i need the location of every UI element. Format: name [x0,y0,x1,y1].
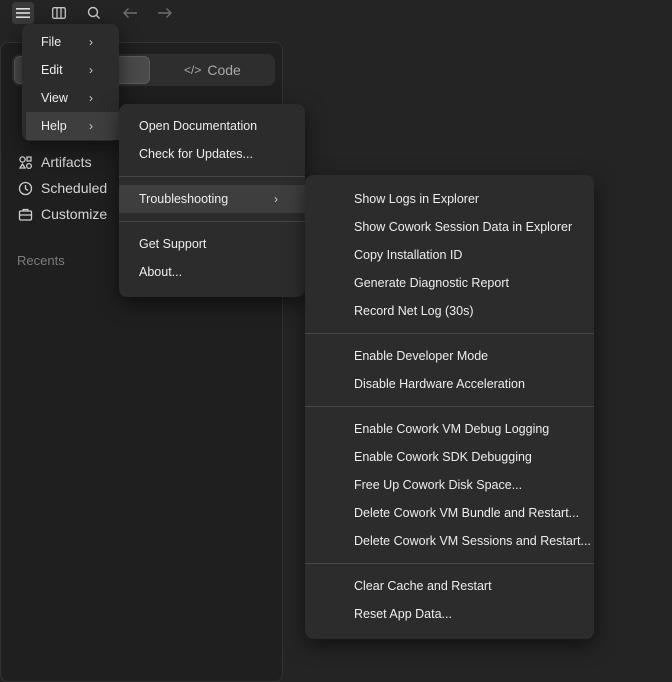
menu-item-label: Generate Diagnostic Report [354,276,509,290]
chevron-right-icon: › [89,35,93,49]
menu-item-enable-developer-mode[interactable]: Enable Developer Mode [305,342,594,370]
menu-item-label: Enable Cowork SDK Debugging [354,450,532,464]
menu-item-check-for-updates[interactable]: Check for Updates... [119,140,305,168]
menu-item-label: Clear Cache and Restart [354,579,492,593]
chevron-right-icon: › [274,192,278,206]
menu-item-label: View [41,91,68,105]
menu-item-help[interactable]: Help › [26,112,119,140]
menu-item-enable-sdk-debugging[interactable]: Enable Cowork SDK Debugging [305,443,594,471]
menu-item-enable-vm-debug-logging[interactable]: Enable Cowork VM Debug Logging [305,415,594,443]
menu-item-label: Copy Installation ID [354,248,463,262]
main-menu: File › Edit › View › Help › [22,24,119,141]
menu-item-disable-hardware-acceleration[interactable]: Disable Hardware Acceleration [305,370,594,398]
menu-item-copy-installation-id[interactable]: Copy Installation ID [305,241,594,269]
back-arrow-icon[interactable] [119,2,141,24]
sidebar-item-label: Customize [41,206,108,222]
menu-item-label: Get Support [139,237,207,251]
mode-tab-code[interactable]: </> Code [184,54,241,86]
menu-item-record-net-log[interactable]: Record Net Log (30s) [305,297,594,325]
menu-item-label: Delete Cowork VM Sessions and Restart... [354,534,591,548]
menu-separator [119,221,305,222]
artifacts-icon [17,154,33,170]
menu-item-label: File [41,35,62,49]
menu-item-show-logs[interactable]: Show Logs in Explorer [305,185,594,213]
troubleshooting-menu: Show Logs in Explorer Show Cowork Sessio… [305,175,594,639]
code-icon: </> [184,63,202,77]
sidebar-item-scheduled[interactable]: Scheduled [17,177,107,199]
menu-item-label: Enable Cowork VM Debug Logging [354,422,550,436]
menu-separator [305,333,594,334]
sidebar-item-customize[interactable]: Customize [17,203,107,225]
title-bar [0,0,672,26]
menu-separator [119,176,305,177]
menu-item-generate-diagnostic-report[interactable]: Generate Diagnostic Report [305,269,594,297]
briefcase-icon [17,206,33,222]
menu-item-label: Show Logs in Explorer [354,192,480,206]
menu-item-label: Reset App Data... [354,607,452,621]
menu-item-label: Delete Cowork VM Bundle and Restart... [354,506,580,520]
recents-heading: Recents [17,253,65,268]
menu-item-label: Enable Developer Mode [354,349,489,363]
menu-item-file[interactable]: File › [26,28,115,56]
menu-item-label: Open Documentation [139,119,258,133]
sidebar-item-label: Scheduled [41,180,108,196]
menu-item-show-session-data[interactable]: Show Cowork Session Data in Explorer [305,213,594,241]
menu-item-view[interactable]: View › [26,84,115,112]
menu-item-delete-vm-sessions[interactable]: Delete Cowork VM Sessions and Restart... [305,527,594,555]
menu-item-label: Disable Hardware Acceleration [354,377,525,391]
menu-item-troubleshooting[interactable]: Troubleshooting › [119,185,305,213]
menu-item-free-up-disk-space[interactable]: Free Up Cowork Disk Space... [305,471,594,499]
menu-item-label: Check for Updates... [139,147,253,161]
menu-item-label: Record Net Log (30s) [354,304,474,318]
menu-item-label: Free Up Cowork Disk Space... [354,478,523,492]
menu-item-label: Help [41,119,67,133]
sidebar-item-artifacts[interactable]: Artifacts [17,151,92,173]
menu-item-clear-cache-and-restart[interactable]: Clear Cache and Restart [305,572,594,600]
menu-separator [305,563,594,564]
menu-item-edit[interactable]: Edit › [26,56,115,84]
menu-item-label: Troubleshooting [139,192,229,206]
menu-item-get-support[interactable]: Get Support [119,230,305,258]
sidebar-item-label: Artifacts [41,154,92,170]
hamburger-menu-icon[interactable] [12,2,34,24]
menu-item-label: Show Cowork Session Data in Explorer [354,220,573,234]
chevron-right-icon: › [89,119,93,133]
menu-item-reset-app-data[interactable]: Reset App Data... [305,600,594,628]
clock-icon [17,180,33,196]
menu-separator [305,406,594,407]
chevron-right-icon: › [89,91,93,105]
sidebar-toggle-icon[interactable] [48,2,70,24]
menu-item-about[interactable]: About... [119,258,305,286]
search-icon[interactable] [83,2,105,24]
menu-item-label: Edit [41,63,63,77]
forward-arrow-icon[interactable] [154,2,176,24]
menu-item-label: About... [139,265,183,279]
menu-item-delete-vm-bundle[interactable]: Delete Cowork VM Bundle and Restart... [305,499,594,527]
chevron-right-icon: › [89,63,93,77]
menu-item-open-documentation[interactable]: Open Documentation [119,112,305,140]
help-menu: Open Documentation Check for Updates... … [119,104,305,297]
mode-tab-code-label: Code [207,62,241,78]
